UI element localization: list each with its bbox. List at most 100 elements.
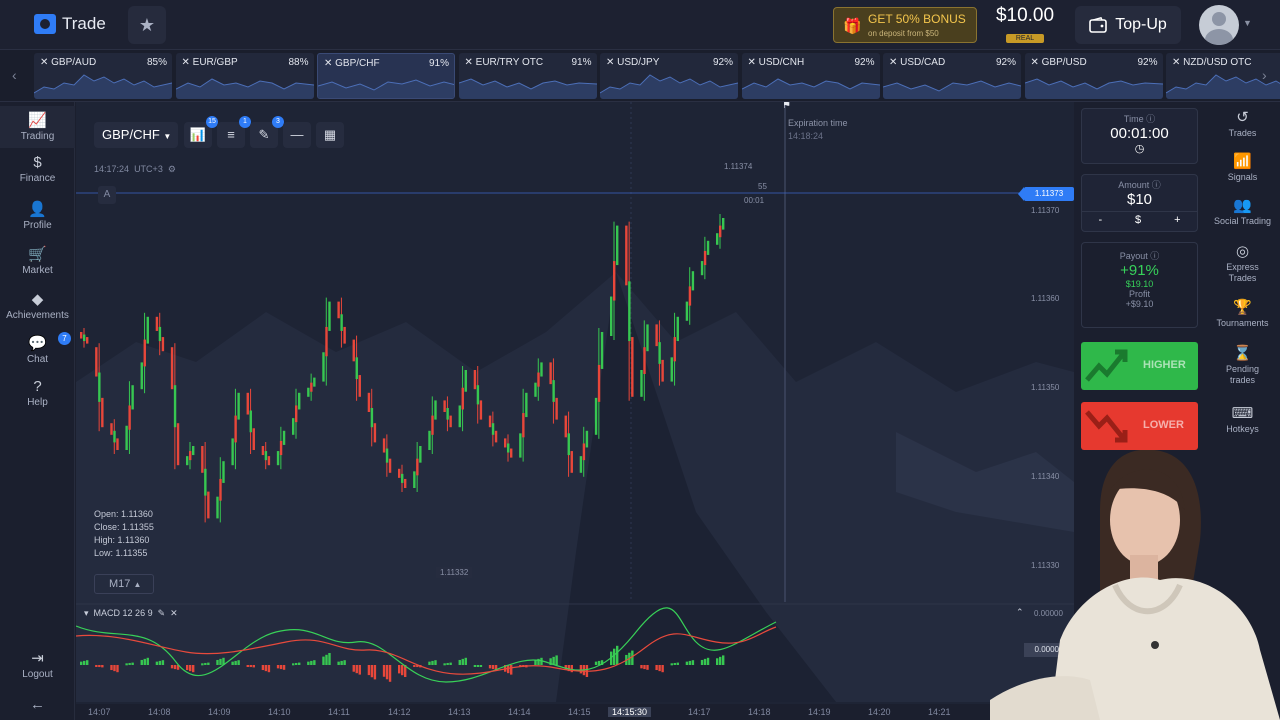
nav-trading[interactable]: 📈 Trading <box>0 106 75 148</box>
chevron-down-icon[interactable]: ▼ <box>1243 18 1252 28</box>
low-price-marker: 1.11332 <box>436 567 473 578</box>
timeframe-selector[interactable]: M17 ▲ <box>94 574 154 594</box>
nav-tournaments[interactable]: 🏆 Tournaments <box>1205 300 1280 329</box>
layout-button[interactable]: ▦ <box>316 122 344 148</box>
macd-bar <box>458 659 461 665</box>
topup-button[interactable]: Top-Up <box>1075 6 1181 44</box>
edit-icon[interactable]: ✎ <box>158 608 166 618</box>
clock-icon[interactable]: ◷ <box>1082 142 1197 155</box>
expiration-label: Expiration time <box>788 118 848 128</box>
macd-bar <box>267 665 271 673</box>
bonus-button[interactable]: 🎁 GET 50% BONUS on deposit from $50 <box>833 7 977 43</box>
asset-tab[interactable]: ✕ EUR/GBP 88% <box>175 53 314 99</box>
ohlc-open: Open: 1.11360 <box>94 509 153 519</box>
decrease-amount-button[interactable]: - <box>1098 214 1102 226</box>
candle <box>252 428 255 450</box>
candle <box>594 397 598 435</box>
amount-value: $10 <box>1126 191 1153 208</box>
macd-bar <box>264 665 268 672</box>
nav-achievements[interactable]: ◆ Achievements <box>0 290 75 321</box>
macd-bar <box>431 660 434 665</box>
nav-market[interactable]: 🛒 Market <box>0 245 75 276</box>
lower-button[interactable]: LOWER <box>1081 402 1198 450</box>
candle <box>419 446 422 463</box>
chevron-left-icon[interactable]: ‹ <box>12 67 17 83</box>
drawings-button[interactable]: ✎ 3 <box>250 116 284 148</box>
candle <box>676 316 679 342</box>
macd-title: MACD 12 26 9 <box>93 608 153 618</box>
nav-logout[interactable]: ⇥ Logout <box>0 649 75 680</box>
nav-help-label: Help <box>27 397 48 408</box>
balance-value: $10.00 <box>995 5 1055 26</box>
asset-tab-name: ✕ GBP/AUD <box>40 57 97 68</box>
nav-signals[interactable]: 📶 Signals <box>1205 154 1280 183</box>
candle <box>358 375 361 397</box>
nav-social-trading[interactable]: 👥 Social Trading <box>1205 198 1280 227</box>
collapse-arrow-icon[interactable]: ← <box>0 696 75 713</box>
macd-bar <box>719 656 722 665</box>
chevron-right-icon[interactable]: › <box>1262 67 1267 83</box>
macd-bar <box>86 660 89 665</box>
nav-pending-trades[interactable]: ⌛ Pending trades <box>1205 346 1280 386</box>
nav-hotkeys[interactable]: ⌨ Hotkeys <box>1205 406 1280 435</box>
chat-badge: 7 <box>58 332 71 345</box>
chart-area[interactable]: GBP/CHF ▼ 📊 15 ≡ 1 ✎ 3 — ▦ 14:17:24 UTC+3 ⚙… <box>76 102 1074 704</box>
x-axis-label: 14:15 <box>568 707 591 717</box>
nav-express-trades[interactable]: ◎ Express Trades <box>1205 244 1280 284</box>
logo[interactable]: Trade <box>34 14 106 34</box>
balance[interactable]: $10.00 REAL <box>988 5 1062 45</box>
countdown-seconds: 55 <box>758 182 767 191</box>
nav-profile[interactable]: 👤 Profile <box>0 200 75 231</box>
time-box[interactable]: Time ⓘ 00:01:00 ◷ <box>1081 108 1198 164</box>
macd-bar <box>352 665 355 672</box>
indicators-button[interactable]: ≡ 1 <box>217 116 251 148</box>
macd-bar <box>658 665 661 672</box>
close-icon[interactable]: ✕ <box>170 608 178 618</box>
candle <box>322 352 325 382</box>
candle <box>355 357 358 380</box>
user-icon: 👤 <box>28 201 47 218</box>
nav-finance[interactable]: $ Finance <box>0 154 75 184</box>
nav-achievements-label: Achievements <box>6 310 69 321</box>
candle <box>80 332 83 339</box>
minus-button[interactable]: — <box>283 122 311 148</box>
favorites-star-button[interactable]: ★ <box>128 6 166 44</box>
macd-bar <box>80 661 83 665</box>
asset-tab[interactable]: ✕ GBP/CHF 91% <box>317 53 455 99</box>
macd-bar <box>643 665 646 670</box>
asset-tab[interactable]: ✕ USD/CNH 92% <box>741 53 880 99</box>
candle <box>398 468 401 478</box>
asset-tab[interactable]: ✕ USD/CAD 92% <box>883 53 1021 99</box>
settings-icon[interactable]: ⚙ <box>168 164 176 174</box>
candle <box>140 362 143 390</box>
symbol-selector[interactable]: GBP/CHF ▼ <box>94 122 178 148</box>
current-price-tag: 1.11373 <box>1018 187 1074 201</box>
candle <box>582 443 586 461</box>
asset-tab[interactable]: ✕ GBP/USD 92% <box>1024 53 1163 99</box>
asset-tab-name: ✕ USD/CNH <box>747 57 805 68</box>
macd-bar <box>443 663 446 666</box>
macd-bar <box>673 662 676 665</box>
macd-bar <box>373 665 377 680</box>
macd-bar <box>358 665 361 675</box>
chart-type-button[interactable]: 📊 15 <box>184 116 218 148</box>
candle <box>110 423 113 435</box>
higher-button[interactable]: HIGHER <box>1081 342 1198 390</box>
chart-marker[interactable]: A <box>98 186 116 204</box>
asset-tab[interactable]: ✕ USD/JPY 92% <box>600 53 738 99</box>
currency-button[interactable]: $ <box>1135 214 1141 226</box>
macd-bar <box>464 657 467 665</box>
collapse-icon[interactable]: ▾ <box>84 608 89 618</box>
macd-bar <box>155 661 159 665</box>
asset-tab[interactable]: ✕ EUR/TRY OTC 91% <box>458 53 597 99</box>
nav-help[interactable]: ? Help <box>0 378 75 408</box>
macd-bar <box>170 665 174 669</box>
asset-tab[interactable]: ✕ GBP/AUD 85% <box>34 53 172 99</box>
nav-trades[interactable]: ↺ Trades <box>1205 110 1280 139</box>
amount-label: Amount ⓘ <box>1118 180 1161 190</box>
amount-box[interactable]: Amount ⓘ $10 - $ + <box>1081 174 1198 232</box>
avatar[interactable] <box>1199 5 1239 45</box>
macd-bar <box>158 660 162 665</box>
nav-chat[interactable]: 💬 Chat 7 <box>0 332 75 365</box>
increase-amount-button[interactable]: + <box>1174 214 1180 226</box>
